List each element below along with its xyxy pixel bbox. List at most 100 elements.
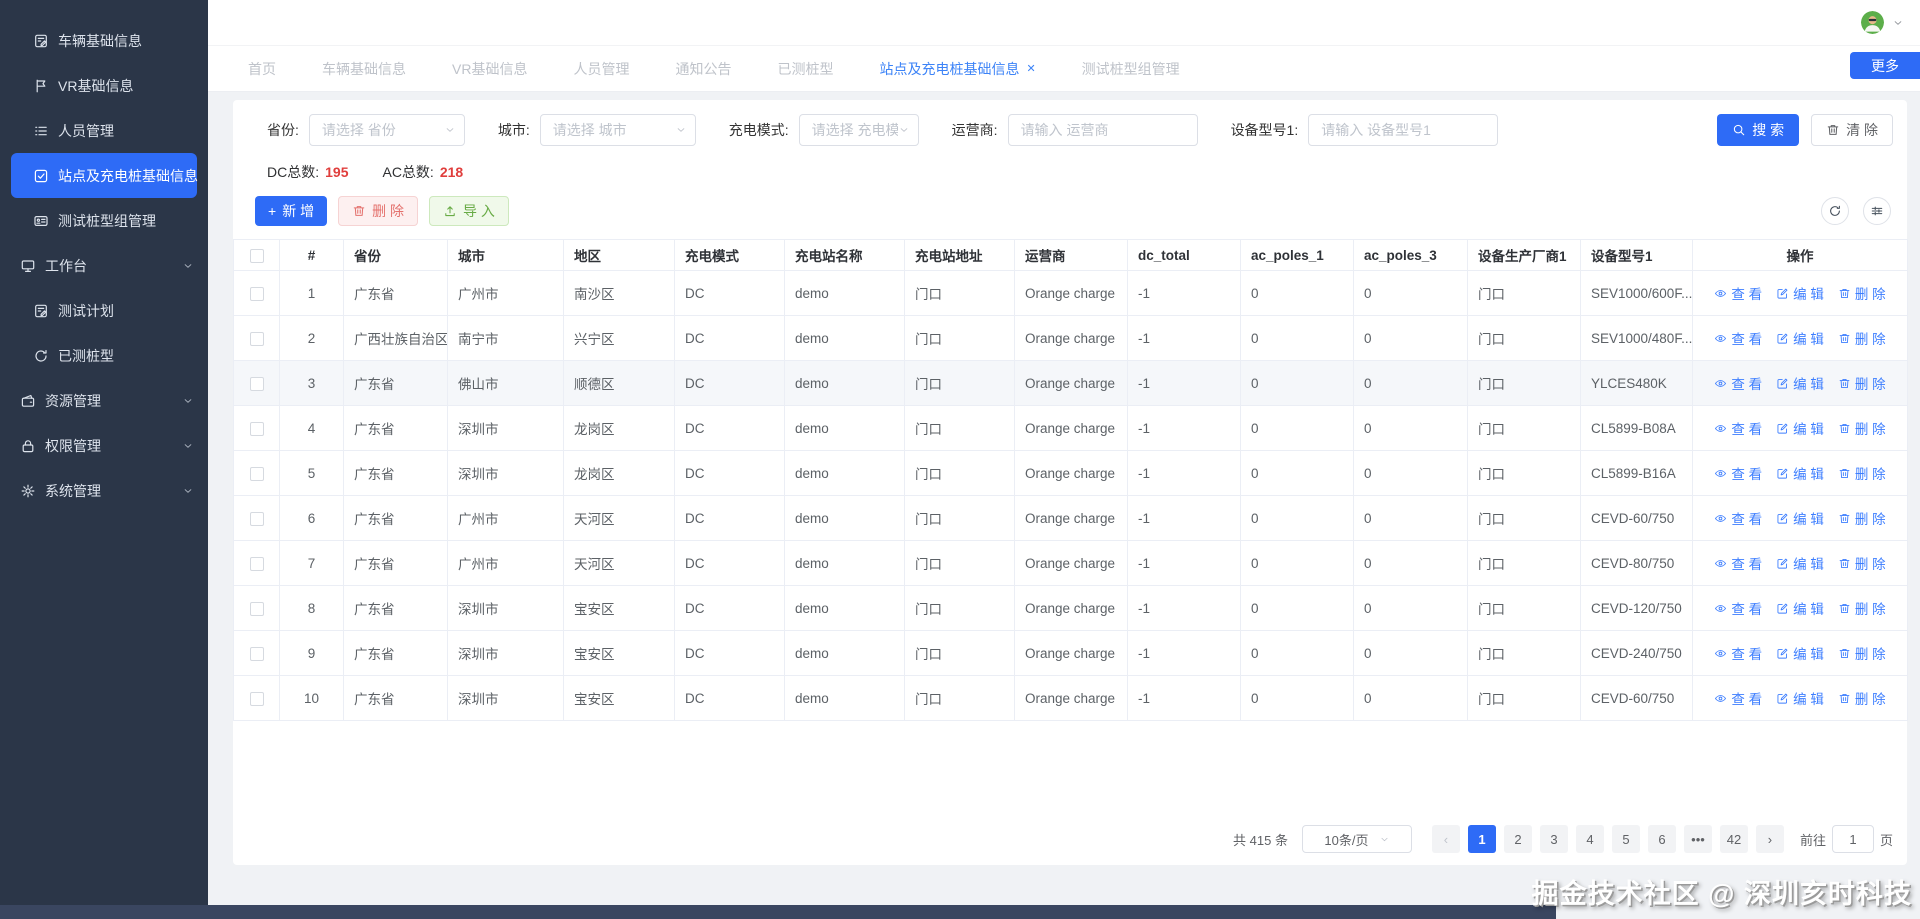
edit-link[interactable]: 编 辑 [1776, 553, 1824, 573]
plus-icon: + [268, 203, 277, 219]
select-all-checkbox[interactable] [249, 248, 264, 263]
edit-link[interactable]: 编 辑 [1776, 463, 1824, 483]
page-button[interactable]: 4 [1575, 825, 1604, 853]
sidebar-item[interactable]: 测试桩型组管理 [0, 198, 208, 243]
view-link[interactable]: 查 看 [1714, 688, 1762, 708]
edit-link[interactable]: 编 辑 [1776, 418, 1824, 438]
page-button[interactable]: 3 [1539, 825, 1568, 853]
view-link[interactable]: 查 看 [1714, 418, 1762, 438]
row-checkbox[interactable] [249, 511, 264, 526]
filter-input[interactable] [1308, 114, 1499, 146]
page-button[interactable]: 5 [1611, 825, 1640, 853]
page-button[interactable]: 6 [1647, 825, 1676, 853]
table-cell: 龙岗区 [563, 405, 675, 451]
clear-button[interactable]: 清 除 [1811, 114, 1893, 146]
sidebar-item[interactable]: 测试计划 [0, 288, 208, 333]
avatar[interactable] [1861, 11, 1884, 34]
table-cell: 4 [279, 405, 344, 451]
more-pages-button[interactable]: ••• [1683, 825, 1712, 853]
table-cell: 天河区 [563, 495, 675, 541]
tab-label: 测试桩型组管理 [1081, 60, 1180, 77]
filter-group: 设备型号1: [1231, 114, 1499, 146]
row-checkbox[interactable] [249, 601, 264, 616]
next-page-button[interactable]: › [1755, 825, 1784, 853]
row-checkbox[interactable] [249, 421, 264, 436]
table-cell: 0 [1240, 495, 1354, 541]
view-link[interactable]: 查 看 [1714, 553, 1762, 573]
filter-select[interactable]: 请选择 充电模式 [798, 114, 919, 146]
refresh-button[interactable] [1821, 197, 1849, 225]
row-checkbox[interactable] [249, 286, 264, 301]
tab-item[interactable]: 车辆基础信息 [322, 59, 406, 79]
edit-link[interactable]: 编 辑 [1776, 598, 1824, 618]
page-button[interactable]: 42 [1719, 825, 1748, 853]
view-link[interactable]: 查 看 [1714, 508, 1762, 528]
delete-link[interactable]: 删 除 [1838, 463, 1886, 483]
tab-item[interactable]: VR基础信息 [452, 59, 527, 79]
sidebar-item[interactable]: 权限管理 [0, 423, 208, 468]
page-size-select[interactable]: 10条/页 [1301, 825, 1412, 853]
edit-link[interactable]: 编 辑 [1776, 328, 1824, 348]
delete-link[interactable]: 删 除 [1838, 643, 1886, 663]
row-checkbox[interactable] [249, 691, 264, 706]
edit-link[interactable]: 编 辑 [1776, 283, 1824, 303]
import-button[interactable]: 导 入 [428, 196, 509, 226]
delete-link[interactable]: 删 除 [1838, 688, 1886, 708]
row-checkbox[interactable] [249, 376, 264, 391]
view-link[interactable]: 查 看 [1714, 373, 1762, 393]
row-checkbox[interactable] [249, 646, 264, 661]
tab-item[interactable]: 测试桩型组管理 [1082, 59, 1180, 79]
sidebar-item[interactable]: 系统管理 [0, 468, 208, 513]
edit-link[interactable]: 编 辑 [1776, 643, 1824, 663]
delete-link[interactable]: 删 除 [1838, 508, 1886, 528]
sidebar-item[interactable]: 已测桩型 [0, 333, 208, 378]
page-button[interactable]: 1 [1467, 825, 1496, 853]
delete-link[interactable]: 删 除 [1838, 598, 1886, 618]
close-tab-icon[interactable]: ✕ [1026, 62, 1035, 75]
doc-edit-icon [33, 303, 49, 319]
page-button[interactable]: 2 [1503, 825, 1532, 853]
sidebar-item[interactable]: 人员管理 [0, 108, 208, 153]
delete-button[interactable]: 删 除 [338, 196, 418, 226]
filter-select[interactable]: 请选择 城市 [539, 114, 696, 146]
add-button[interactable]: + 新 增 [255, 196, 328, 226]
edit-link[interactable]: 编 辑 [1776, 508, 1824, 528]
delete-link[interactable]: 删 除 [1838, 283, 1886, 303]
table-cell: 门口 [904, 270, 1015, 316]
sidebar-item[interactable]: 资源管理 [0, 378, 208, 423]
view-link[interactable]: 查 看 [1714, 463, 1762, 483]
view-link[interactable]: 查 看 [1714, 283, 1762, 303]
prev-page-button[interactable]: ‹ [1431, 825, 1460, 853]
filter-select[interactable]: 请选择 省份 [308, 114, 465, 146]
filter-input[interactable] [1007, 114, 1198, 146]
chevron-down-icon[interactable] [1892, 17, 1904, 29]
tab-label: VR基础信息 [452, 60, 528, 77]
row-checkbox[interactable] [249, 556, 264, 571]
delete-link[interactable]: 删 除 [1838, 328, 1886, 348]
delete-link[interactable]: 删 除 [1838, 418, 1886, 438]
more-button[interactable]: 更多 [1850, 52, 1920, 79]
tab-item[interactable]: 站点及充电桩基础信息 ✕ [879, 59, 1035, 79]
tab-label: 站点及充电桩基础信息 [879, 60, 1020, 77]
edit-link[interactable]: 编 辑 [1776, 688, 1824, 708]
tab-item[interactable]: 人员管理 [573, 59, 629, 79]
delete-link[interactable]: 删 除 [1838, 553, 1886, 573]
view-link[interactable]: 查 看 [1714, 598, 1762, 618]
edit-link[interactable]: 编 辑 [1776, 373, 1824, 393]
search-button[interactable]: 搜 索 [1717, 114, 1800, 146]
column-settings-button[interactable] [1863, 197, 1891, 225]
goto-page-input[interactable] [1831, 825, 1874, 853]
delete-link[interactable]: 删 除 [1838, 373, 1886, 393]
tab-item[interactable]: 已测桩型 [777, 59, 833, 79]
sidebar-item[interactable]: 工作台 [0, 243, 208, 288]
view-link[interactable]: 查 看 [1714, 643, 1762, 663]
row-checkbox[interactable] [249, 331, 264, 346]
row-checkbox[interactable] [249, 466, 264, 481]
sidebar-item[interactable]: VR基础信息 [0, 63, 208, 108]
view-link[interactable]: 查 看 [1714, 328, 1762, 348]
tab-item[interactable]: 通知公告 [675, 59, 731, 79]
user-menu[interactable] [1861, 11, 1904, 34]
sidebar-item[interactable]: 车辆基础信息 [0, 18, 208, 63]
sidebar-item[interactable]: 站点及充电桩基础信息 [11, 153, 198, 198]
tab-item[interactable]: 首页 [248, 59, 276, 79]
